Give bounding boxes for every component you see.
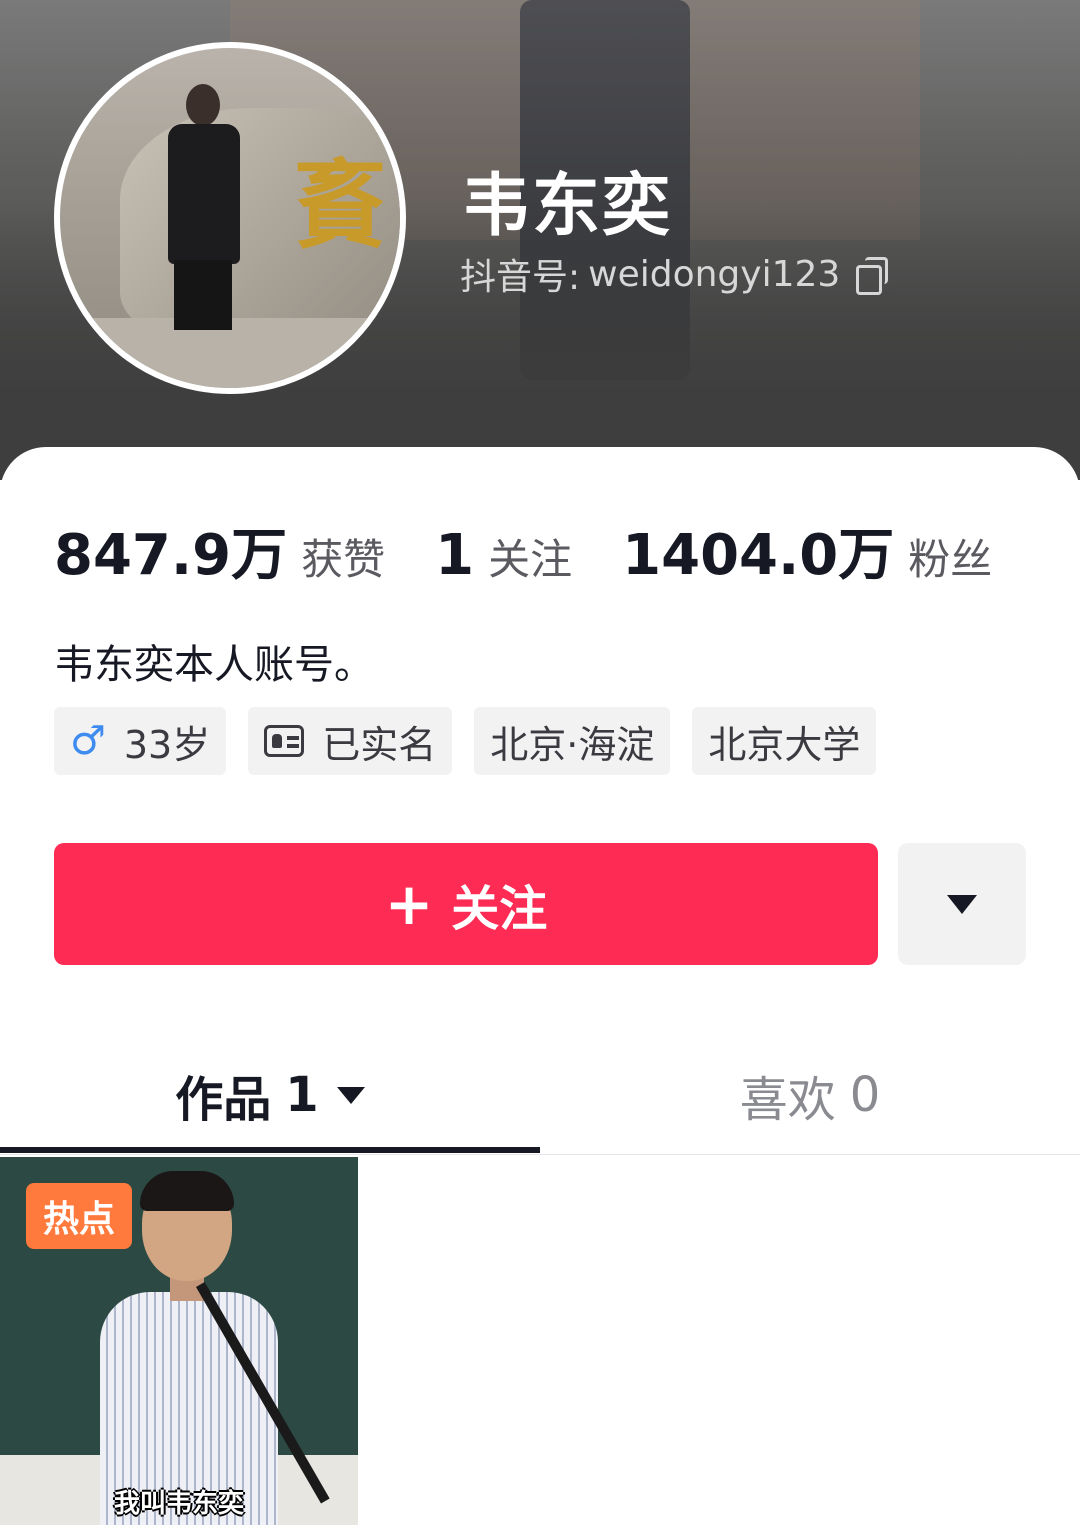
id-card-icon xyxy=(264,725,305,757)
douyin-id-value: weidongyi123 xyxy=(588,253,841,295)
stat-likes-label: 获赞 xyxy=(301,535,386,584)
video-caption: 我叫韦东奕 xyxy=(113,1489,244,1519)
tab-likes-count: 0 xyxy=(849,1067,881,1123)
caret-down-icon xyxy=(947,894,977,914)
avatar-ground xyxy=(60,318,400,388)
tag-age-label: 33岁 xyxy=(123,722,211,767)
tab-works-count: 1 xyxy=(285,1067,319,1123)
copy-icon[interactable] xyxy=(856,257,889,295)
stat-following[interactable]: 1 关注 xyxy=(435,523,572,588)
stats-row: 847.9万 获赞 1 关注 1404.0万 粉丝 xyxy=(54,510,1042,591)
profile-tags: ♂ 33岁 已实名 北京·海淀 北京大学 xyxy=(54,707,898,775)
stat-likes[interactable]: 847.9万 获赞 xyxy=(54,510,385,591)
tag-verified-label: 已实名 xyxy=(322,722,437,767)
stat-likes-value: 847.9万 xyxy=(54,523,288,588)
follow-button[interactable]: + 关注 xyxy=(54,843,878,965)
avatar-person-body xyxy=(168,124,240,264)
content-tabs: 作品 1 喜欢 0 xyxy=(0,1040,1080,1155)
thumb-person-hair xyxy=(140,1171,234,1211)
profile-bio: 韦东奕本人账号。 xyxy=(54,642,374,688)
plus-icon: + xyxy=(384,870,434,938)
tab-works[interactable]: 作品 1 xyxy=(0,1060,540,1130)
follow-button-label: 关注 xyxy=(451,881,548,937)
hot-badge: 热点 xyxy=(26,1183,132,1249)
avatar-person-head xyxy=(186,84,220,126)
tab-likes[interactable]: 喜欢 0 xyxy=(540,1060,1080,1130)
douyin-id-label: 抖音号: xyxy=(460,257,581,298)
tag-verified: 已实名 xyxy=(248,707,453,775)
tab-likes-label: 喜欢 xyxy=(739,1072,836,1128)
avatar-rock-engraving: 賌 xyxy=(292,149,388,262)
tab-active-indicator xyxy=(0,1147,540,1153)
douyin-id-row: 抖音号: weidongyi123 xyxy=(460,248,889,300)
avatar-person-legs xyxy=(174,260,232,330)
tag-school[interactable]: 北京大学 xyxy=(692,707,877,775)
tag-school-label: 北京大学 xyxy=(708,722,861,767)
tab-works-label: 作品 xyxy=(175,1072,272,1128)
tag-age: ♂ 33岁 xyxy=(54,707,227,775)
stat-followers[interactable]: 1404.0万 粉丝 xyxy=(622,510,992,591)
tab-works-caret-icon[interactable] xyxy=(336,1086,365,1104)
more-options-button[interactable] xyxy=(898,843,1026,965)
avatar[interactable]: 賌 xyxy=(54,42,406,394)
stat-following-value: 1 xyxy=(435,523,475,588)
profile-name: 韦东奕 xyxy=(462,167,673,246)
tag-location-label: 北京·海淀 xyxy=(490,722,655,767)
video-thumbnail[interactable]: 热点 我叫韦东奕 xyxy=(0,1157,358,1525)
male-icon: ♂ xyxy=(70,718,106,764)
tag-location: 北京·海淀 xyxy=(474,707,671,775)
stat-followers-label: 粉丝 xyxy=(908,535,993,584)
stat-following-label: 关注 xyxy=(488,535,573,584)
stat-followers-value: 1404.0万 xyxy=(622,523,895,588)
